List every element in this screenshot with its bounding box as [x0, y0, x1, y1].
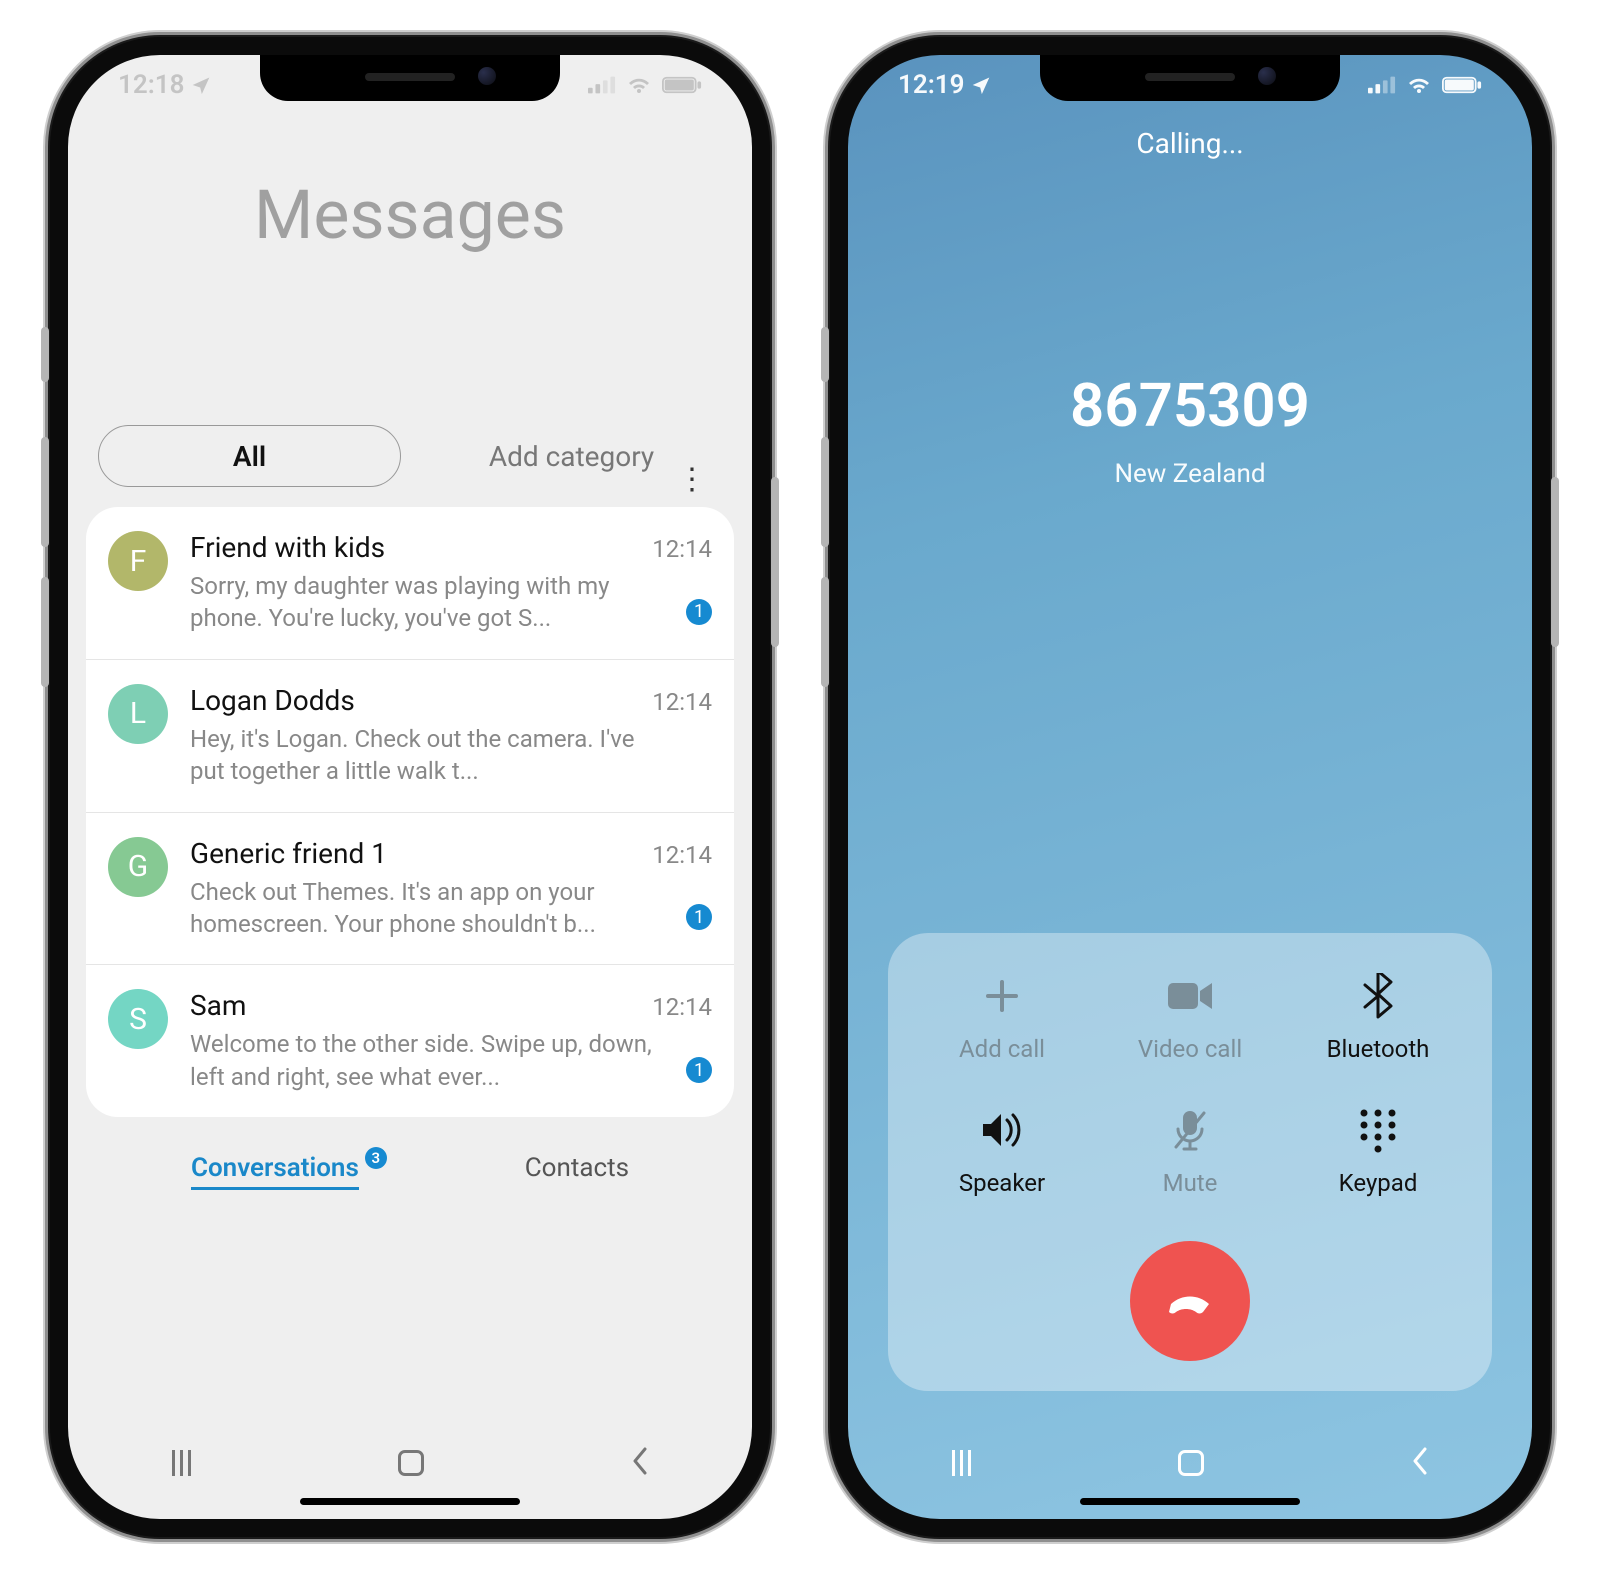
avatar: S [108, 989, 168, 1049]
conversation-preview: Check out Themes. It's an app on your ho… [190, 876, 712, 941]
conversation-time: 12:14 [652, 841, 712, 869]
phone-hangup-icon [1161, 1272, 1219, 1330]
side-button [41, 437, 49, 547]
mute-label: Mute [1163, 1169, 1218, 1197]
mute-icon [1172, 1107, 1208, 1153]
home-indicator [1080, 1498, 1300, 1505]
phone-frame-left: 12:18 Messages [50, 37, 770, 1537]
signal-icon [588, 76, 616, 94]
bluetooth-button[interactable]: Bluetooth [1284, 973, 1472, 1063]
side-button [41, 577, 49, 687]
conversation-row[interactable]: G Generic friend 1 12:14 Check out Themes. … [86, 813, 734, 966]
unread-badge: 1 [686, 599, 712, 625]
side-button [821, 577, 829, 687]
conversation-preview: Sorry, my daughter was playing with my p… [190, 570, 712, 635]
side-button [821, 327, 829, 382]
battery-icon [662, 75, 702, 95]
call-number: 8675309 [848, 370, 1532, 441]
speaker-icon [979, 1107, 1025, 1153]
call-region: New Zealand [848, 459, 1532, 489]
add-call-label: Add call [959, 1035, 1045, 1063]
avatar: F [108, 531, 168, 591]
phone-speaker [365, 73, 455, 81]
video-call-label: Video call [1138, 1035, 1242, 1063]
conversation-name: Sam [190, 989, 246, 1022]
wifi-icon [626, 75, 652, 95]
side-button [41, 327, 49, 382]
side-button [821, 437, 829, 547]
avatar: L [108, 684, 168, 744]
conversation-list: F Friend with kids 12:14 Sorry, my daughter… [86, 507, 734, 1117]
status-time: 12:18 [118, 70, 185, 100]
conversation-row[interactable]: F Friend with kids 12:14 Sorry, my daughter… [86, 507, 734, 660]
conversation-row[interactable]: L Logan Dodds 12:14 Hey, it's Logan. Check … [86, 660, 734, 813]
end-call-button[interactable] [1130, 1241, 1250, 1361]
speaker-button[interactable]: Speaker [908, 1107, 1096, 1197]
home-indicator [300, 1498, 520, 1505]
android-navbar [68, 1447, 752, 1519]
filter-all-button[interactable]: All [98, 425, 401, 487]
nav-home-button[interactable] [1178, 1450, 1204, 1476]
nav-back-button[interactable] [1411, 1447, 1429, 1479]
plus-icon [982, 973, 1022, 1019]
location-icon [191, 75, 211, 95]
keypad-button[interactable]: Keypad [1284, 1107, 1472, 1197]
nav-recents-button[interactable] [952, 1450, 971, 1476]
calling-label: Calling... [848, 127, 1532, 160]
signal-icon [1368, 76, 1396, 94]
nav-home-button[interactable] [398, 1450, 424, 1476]
phone-frame-right: 12:19 Calling... [830, 37, 1550, 1537]
bluetooth-icon [1363, 973, 1393, 1019]
tab-conversations-label: Conversations [191, 1153, 359, 1183]
conversation-preview: Welcome to the other side. Swipe up, dow… [190, 1028, 712, 1093]
conversation-name: Friend with kids [190, 531, 385, 564]
wifi-icon [1406, 75, 1432, 95]
messages-screen: 12:18 Messages [68, 55, 752, 1519]
mute-button[interactable]: Mute [1096, 1107, 1284, 1197]
conversation-name: Generic friend 1 [190, 837, 387, 870]
phone-speaker [1145, 73, 1235, 81]
nav-back-button[interactable] [631, 1447, 649, 1479]
bluetooth-label: Bluetooth [1327, 1035, 1430, 1063]
conversations-badge: 3 [365, 1147, 387, 1169]
conversation-row[interactable]: S Sam 12:14 Welcome to the other side. Swip… [86, 965, 734, 1117]
filter-row: All Add category [98, 425, 722, 487]
conversation-name: Logan Dodds [190, 684, 355, 717]
nav-recents-button[interactable] [172, 1450, 191, 1476]
conversation-time: 12:14 [652, 688, 712, 716]
conversation-preview: Hey, it's Logan. Check out the camera. I… [190, 723, 712, 788]
location-icon [971, 75, 991, 95]
more-menu-button[interactable]: ⋮ [677, 475, 704, 485]
add-call-button[interactable]: Add call [908, 973, 1096, 1063]
speaker-label: Speaker [959, 1169, 1045, 1197]
call-screen: 12:19 Calling... [848, 55, 1532, 1519]
call-controls-panel: Add call Video call Bluetooth Speaker [888, 933, 1492, 1391]
keypad-icon [1358, 1107, 1398, 1153]
battery-icon [1442, 75, 1482, 95]
video-icon [1166, 973, 1214, 1019]
bottom-tabs: Conversations 3 Contacts [108, 1153, 712, 1190]
status-time: 12:19 [898, 70, 965, 100]
video-call-button[interactable]: Video call [1096, 973, 1284, 1063]
tab-conversations[interactable]: Conversations 3 [191, 1153, 359, 1190]
tab-contacts[interactable]: Contacts [525, 1153, 629, 1190]
side-button [771, 477, 779, 647]
unread-badge: 1 [686, 1057, 712, 1083]
keypad-label: Keypad [1339, 1169, 1418, 1197]
conversation-time: 12:14 [652, 535, 712, 563]
avatar: G [108, 837, 168, 897]
side-button [1551, 477, 1559, 647]
conversation-time: 12:14 [652, 993, 712, 1021]
page-title: Messages [68, 175, 752, 255]
